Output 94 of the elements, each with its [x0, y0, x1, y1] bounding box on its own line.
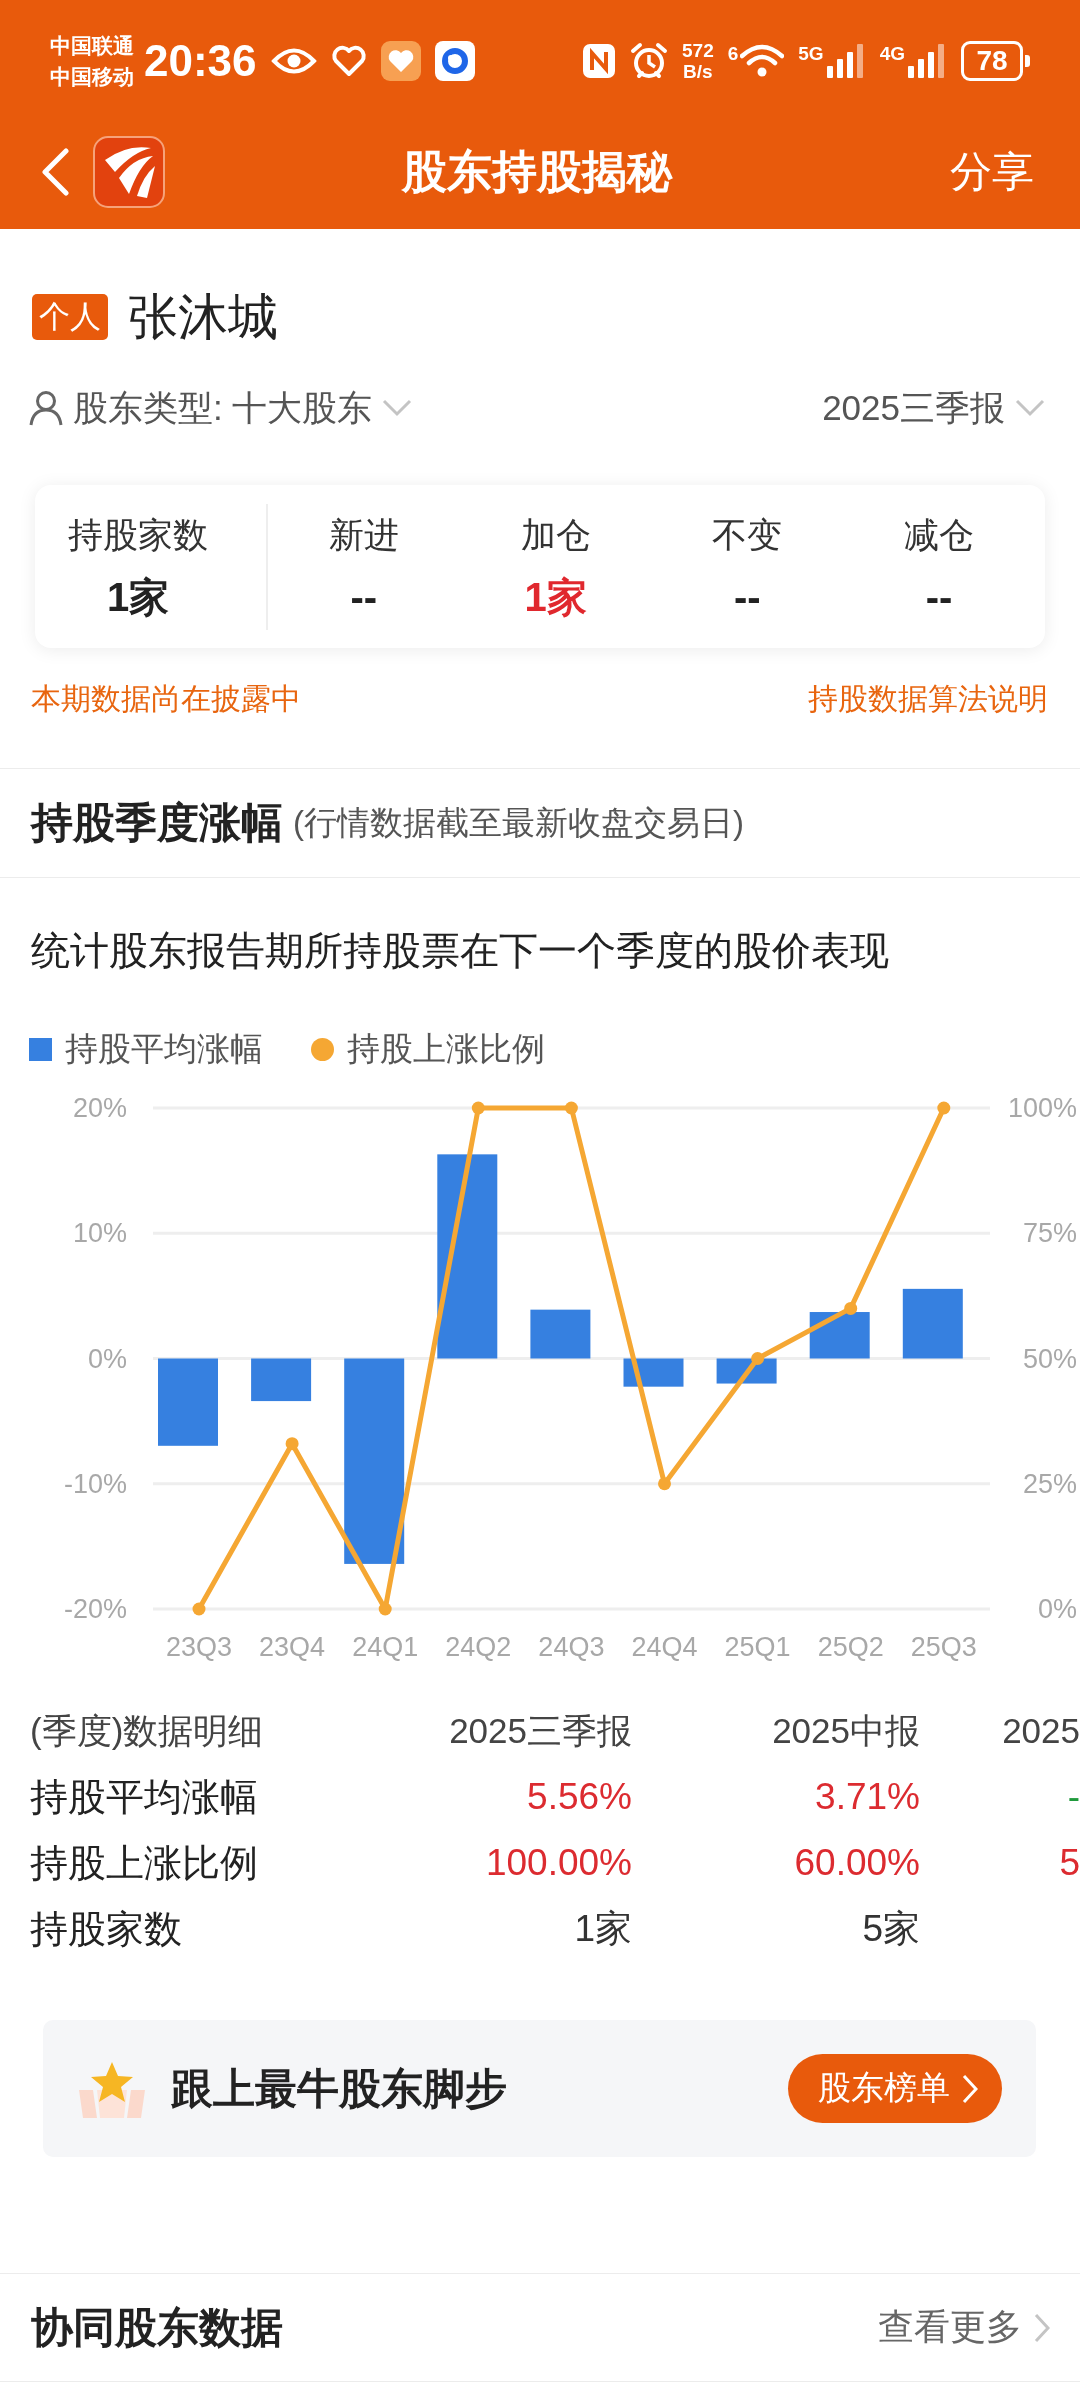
stat-label: 新进: [328, 514, 399, 555]
table-cell-text: -: [1066, 1776, 1080, 1818]
stat-value: --: [925, 574, 953, 619]
heart-app-icon: [380, 40, 421, 81]
page-title: 股东持股揭秘: [402, 145, 672, 199]
table-cell-text: 1家: [573, 1907, 632, 1951]
section-title: 协同股东数据: [31, 2302, 283, 2353]
legend-label: 持股平均涨幅: [65, 1028, 263, 1069]
stat-label: 加仓: [520, 514, 591, 555]
network-type-label: 4G: [879, 43, 905, 64]
y-axis-label: 20%: [72, 1093, 127, 1123]
x-axis-label: 23Q3: [165, 1632, 233, 1662]
stat-value: 1家: [106, 574, 170, 619]
y-axis-label: 0%: [87, 1343, 127, 1374]
network-type-label: 5G: [798, 43, 824, 64]
stat-value: 1家: [524, 574, 587, 619]
stat-value: --: [350, 574, 378, 619]
y-axis-label: 100%: [1007, 1093, 1077, 1123]
chevron-right-icon: [962, 2073, 978, 2104]
data-point: [471, 1101, 485, 1115]
chart-description: 统计股东报告期所持股票在下一个季度的股价表现: [30, 928, 890, 974]
algorithm-link[interactable]: 持股数据算法说明: [808, 678, 1048, 720]
data-point: [564, 1101, 578, 1115]
data-point: [378, 1602, 392, 1616]
table-cell-text: 3.71%: [814, 1776, 920, 1818]
wifi-icon: [740, 43, 785, 78]
section-subtitle: (行情数据截至最新收盘交易日): [293, 802, 744, 843]
ranking-button[interactable]: 股东榜单: [788, 2054, 1002, 2123]
table-cell-text: 5: [1058, 1842, 1080, 1884]
x-axis-label: 24Q4: [631, 1632, 698, 1662]
speed-value: 572: [682, 39, 714, 61]
app-logo-icon: [93, 136, 165, 208]
data-point: [658, 1477, 671, 1491]
data-point: [937, 1101, 951, 1115]
stat-label: 不变: [712, 514, 783, 555]
carrier-name: 中国移动: [50, 63, 134, 90]
person-icon: [29, 390, 63, 426]
x-axis-label: 23Q4: [259, 1632, 326, 1662]
signal-icon: [825, 43, 866, 78]
period-dropdown[interactable]: 2025三季报: [822, 384, 1045, 432]
column-header: 2025中报: [771, 1709, 920, 1752]
y-axis-label: 75%: [1022, 1218, 1077, 1249]
row-label: 持股平均涨幅: [30, 1774, 259, 1820]
legend-label: 持股上涨比例: [347, 1028, 545, 1069]
column-header: 2025三季报: [448, 1709, 632, 1752]
chevron-down-icon: [1015, 399, 1045, 417]
stat-label: 持股家数: [68, 514, 208, 555]
table-cell-text: 5家: [861, 1907, 920, 1951]
share-button[interactable]: 分享: [950, 144, 1034, 200]
x-axis-label: 25Q1: [724, 1632, 791, 1662]
data-point: [751, 1352, 765, 1365]
y-axis-label: 25%: [1022, 1468, 1077, 1499]
y-axis-label: 50%: [1022, 1343, 1077, 1374]
carrier-name: 中国联通: [50, 32, 134, 59]
x-axis-label: 25Q2: [817, 1632, 884, 1662]
chevron-right-icon: [1034, 2312, 1050, 2343]
nfc-icon: [582, 42, 616, 79]
stat-label: 减仓: [904, 514, 975, 555]
y-axis-label: -10%: [63, 1468, 127, 1499]
disclosure-note: 本期数据尚在披露中: [31, 680, 301, 717]
wifi-standard-label: 6: [727, 43, 739, 64]
x-axis-label: 24Q3: [538, 1632, 605, 1662]
status-time: 20:36: [144, 35, 257, 86]
table-cell-text: 100.00%: [484, 1842, 632, 1884]
x-axis-label: 24Q1: [352, 1632, 419, 1662]
column-header: 2025: [1001, 1711, 1080, 1751]
x-axis-label: 25Q3: [910, 1632, 977, 1662]
view-more-link[interactable]: 查看更多: [878, 2303, 1050, 2352]
speed-unit: B/s: [683, 60, 713, 82]
ring-app-icon: [434, 40, 475, 81]
holder-name: 张沐城: [128, 287, 278, 347]
row-label: 持股上涨比例: [30, 1840, 259, 1886]
back-icon[interactable]: [40, 148, 70, 196]
heart-outline-icon: [330, 44, 367, 77]
table-cell-text: 5.56%: [526, 1776, 632, 1818]
y-axis-label: -20%: [63, 1594, 127, 1624]
shareholder-type-dropdown[interactable]: 股东类型: 十大股东: [29, 384, 413, 432]
promo-text: 跟上最牛股东脚步: [171, 2063, 507, 2114]
signal-icon: [907, 43, 947, 78]
chevron-down-icon: [382, 399, 413, 417]
y-axis-label: 0%: [1037, 1594, 1077, 1624]
battery-indicator: 78: [961, 40, 1030, 81]
x-axis-label: 24Q2: [445, 1632, 512, 1662]
data-point: [285, 1437, 299, 1451]
row-label: 持股家数: [30, 1906, 183, 1952]
holder-type-tag: 个人: [32, 294, 108, 340]
table-cell-text: 60.00%: [793, 1842, 920, 1884]
y-axis-label: 10%: [72, 1218, 127, 1249]
data-point: [844, 1301, 858, 1315]
data-point: [192, 1602, 206, 1616]
column-header: (季度)数据明细: [30, 1709, 265, 1752]
stat-value: --: [734, 574, 761, 619]
section-title: 持股季度涨幅: [31, 798, 283, 848]
alarm-clock-icon: [630, 41, 668, 80]
